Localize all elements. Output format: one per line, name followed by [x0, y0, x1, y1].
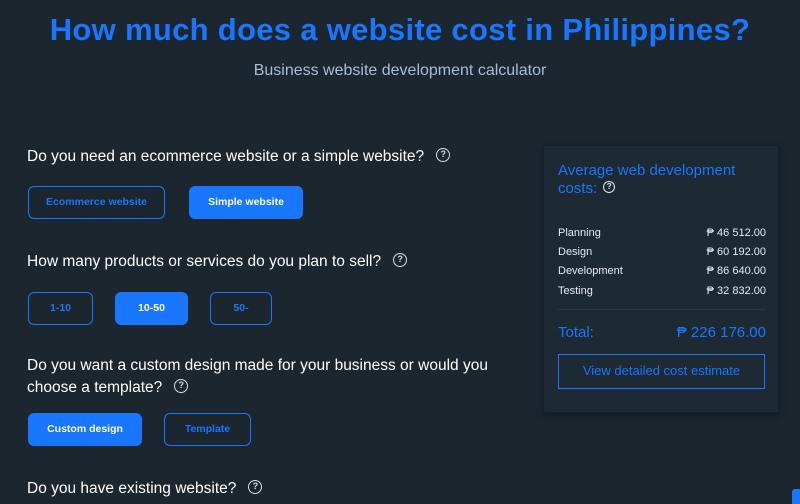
question-circle-icon[interactable]: ? — [174, 378, 189, 393]
page-subtitle: Business website development calculator — [253, 62, 547, 79]
cost-label: Testing — [558, 285, 593, 297]
option-50-plus[interactable]: 50- — [210, 292, 272, 325]
option-ecommerce-website[interactable]: Ecommerce website — [28, 186, 165, 219]
total-row: Total: ₱ 226 176.00 — [558, 324, 766, 341]
question-text: How many products or services do you pla… — [27, 253, 382, 270]
cost-panel-title-text: Average web development costs: — [558, 162, 736, 197]
option-10-50[interactable]: 10-50 — [115, 292, 188, 325]
cost-divider — [558, 309, 766, 310]
total-label: Total: — [558, 324, 594, 341]
cost-value: ₱ 46 512.00 — [706, 227, 766, 239]
cost-row-testing: Testing ₱ 32 832.00 — [558, 285, 766, 297]
question-circle-icon[interactable]: ? — [603, 181, 616, 194]
question-circle-icon[interactable]: ? — [393, 252, 408, 267]
cost-row-design: Design ₱ 60 192.00 — [558, 246, 766, 258]
cost-row-development: Development ₱ 86 640.00 — [558, 265, 766, 277]
cost-summary-panel: Average web development costs:? Planning… — [543, 145, 779, 413]
cost-label: Planning — [558, 227, 601, 239]
question-design-type: Do you want a custom design made for you… — [27, 355, 497, 399]
cost-value: ₱ 32 832.00 — [706, 285, 766, 297]
page-title: How much does a website cost in Philippi… — [49, 12, 751, 47]
question-circle-icon[interactable]: ? — [248, 479, 263, 494]
option-simple-website[interactable]: Simple website — [189, 186, 303, 219]
question-product-count: How many products or services do you pla… — [27, 251, 408, 273]
cost-panel-title: Average web development costs:? — [558, 162, 768, 198]
question-existing-website: Do you have existing website?? — [27, 478, 263, 500]
question-circle-icon[interactable]: ? — [436, 147, 451, 162]
total-value: ₱ 226 176.00 — [676, 324, 766, 341]
cost-value: ₱ 60 192.00 — [706, 246, 766, 258]
cost-label: Development — [558, 265, 623, 277]
option-1-10[interactable]: 1-10 — [28, 292, 93, 325]
cost-value: ₱ 86 640.00 — [706, 265, 766, 277]
calculator-page: How much does a website cost in Philippi… — [0, 0, 800, 504]
question-text: Do you want a custom design made for you… — [27, 357, 488, 396]
option-custom-design[interactable]: Custom design — [28, 413, 142, 446]
question-text: Do you need an ecommerce website or a si… — [27, 148, 425, 165]
question-text: Do you have existing website? — [27, 480, 237, 497]
view-detailed-estimate-button[interactable]: View detailed cost estimate — [558, 354, 765, 389]
cost-row-planning: Planning ₱ 46 512.00 — [558, 227, 766, 239]
option-template[interactable]: Template — [164, 413, 251, 446]
question-site-type: Do you need an ecommerce website or a si… — [27, 146, 451, 168]
cost-label: Design — [558, 246, 593, 258]
floating-widget-button[interactable] — [792, 489, 800, 504]
